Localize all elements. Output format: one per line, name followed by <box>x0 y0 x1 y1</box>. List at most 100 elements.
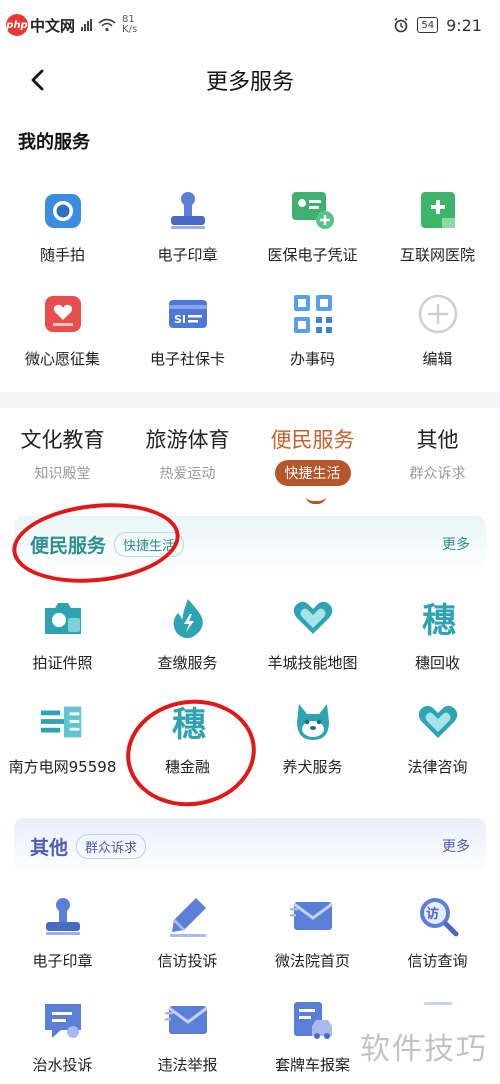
service-item-hospital[interactable]: 互联网医院 <box>375 172 500 276</box>
service-item-e-stamp[interactable]: 电子印章 <box>0 878 125 982</box>
tab-subtitle: 知识殿堂 <box>34 466 91 482</box>
stamp-icon <box>45 898 80 935</box>
more-link[interactable]: 更多 <box>442 836 470 856</box>
payment-icon <box>173 599 203 638</box>
dog-icon <box>296 704 329 740</box>
service-item-power-grid[interactable]: 南方电网95598 <box>0 684 125 788</box>
sui-icon: 穗 <box>172 705 206 744</box>
status-bar: php 中文网 81 K/s 54 9:21 <box>0 0 500 50</box>
section-tag: 群众诉求 <box>76 833 147 859</box>
service-item-fake-plate[interactable]: 套牌车报案 <box>250 982 375 1084</box>
service-label: 养犬服务 <box>282 758 343 776</box>
my-services-grid: 随手拍 电子印章 医保电子凭证 互联网医院 微心愿征集 SI 电子社保卡 办事码… <box>0 172 500 380</box>
php-logo-icon: php <box>6 14 28 36</box>
tab-travel[interactable]: 旅游体育 热爱运动 <box>125 424 250 508</box>
service-label: 电子印章 <box>32 952 93 970</box>
service-label: 互联网医院 <box>399 246 475 264</box>
tab-other[interactable]: 其他 群众诉求 <box>375 424 500 508</box>
car-report-icon <box>293 1002 332 1039</box>
service-label: 电子印章 <box>157 246 218 264</box>
service-label: 拍证件照 <box>32 654 93 672</box>
service-item-stamp[interactable]: 电子印章 <box>125 172 250 276</box>
service-label: 套牌车报案 <box>274 1056 350 1074</box>
service-item-medical-card[interactable]: 医保电子凭证 <box>250 172 375 276</box>
service-item-legal[interactable]: 法律咨询 <box>375 684 500 788</box>
tab-subtitle: 热爱运动 <box>159 466 216 482</box>
search-visit-icon: 访 <box>419 898 458 937</box>
service-item-edit[interactable]: 编辑 <box>375 276 500 380</box>
other-section-header: 其他 群众诉求 更多 <box>14 818 486 874</box>
service-item-camera[interactable]: 随手拍 <box>0 172 125 276</box>
tab-subtitle: 快捷生活 <box>274 460 351 486</box>
plus-icon <box>418 294 457 334</box>
service-item-petition[interactable]: 信访投诉 <box>125 878 250 982</box>
service-label: 编辑 <box>422 350 453 368</box>
service-item-finance[interactable]: 穗 穗金融 <box>125 684 250 788</box>
service-label: 微法院首页 <box>274 952 350 970</box>
service-label: 违法举报 <box>157 1056 218 1074</box>
heart-map-icon <box>418 705 457 738</box>
tab-title: 其他 <box>416 428 459 452</box>
service-item-petition-query[interactable]: 访 信访查询 <box>375 878 500 982</box>
service-label: 穗金融 <box>164 758 210 776</box>
more-link[interactable]: 更多 <box>442 534 470 554</box>
camera-icon <box>44 194 81 228</box>
service-item-violation-report[interactable]: 违法举报 <box>125 982 250 1084</box>
svg-text:访: 访 <box>426 906 439 922</box>
category-tabs: 文化教育 知识殿堂 旅游体育 热爱运动 便民服务 快捷生活 其他 群众诉求 <box>0 424 500 508</box>
service-label: 南方电网95598 <box>8 758 117 776</box>
stamp-icon <box>170 192 205 229</box>
logo-text: 中文网 <box>30 16 76 35</box>
social-card-icon: SI <box>168 300 207 328</box>
tab-title: 旅游体育 <box>145 428 230 452</box>
heart-map-icon <box>293 601 332 634</box>
net-speed-unit: K/s <box>122 24 138 35</box>
page-title: 更多服务 <box>205 70 294 95</box>
tab-title: 文化教育 <box>20 428 105 452</box>
battery-icon: 54 <box>417 17 439 33</box>
tab-culture[interactable]: 文化教育 知识殿堂 <box>0 424 125 508</box>
service-item-payment[interactable]: 查缴服务 <box>125 580 250 684</box>
convenience-section-header: 便民服务 快捷生活 更多 <box>14 516 486 572</box>
service-label: 穗回收 <box>414 654 460 672</box>
service-label: 随手拍 <box>39 246 85 264</box>
service-item-qr-code[interactable]: 办事码 <box>250 276 375 380</box>
my-services-title: 我的服务 <box>18 132 90 153</box>
service-item-social-card[interactable]: SI 电子社保卡 <box>125 276 250 380</box>
service-item-court[interactable]: 微法院首页 <box>250 878 375 982</box>
hospital-icon <box>420 192 455 228</box>
top-bar: 更多服务 <box>0 52 500 108</box>
svg-text:穗: 穗 <box>172 705 206 744</box>
wish-icon <box>44 296 81 332</box>
chat-icon <box>44 1004 81 1038</box>
tab-title: 便民服务 <box>270 428 355 452</box>
service-item-water-complaint[interactable]: 治水投诉 <box>0 982 125 1084</box>
back-button[interactable] <box>20 62 56 98</box>
service-label: 微心愿征集 <box>24 350 100 368</box>
signal-icon <box>81 19 93 31</box>
net-speed: 81 K/s <box>122 15 137 35</box>
service-label: 电子社保卡 <box>149 350 225 368</box>
service-item-photo-id[interactable]: 拍证件照 <box>0 580 125 684</box>
medical-card-icon <box>291 192 334 229</box>
service-label: 信访查询 <box>407 952 468 970</box>
mail-icon <box>289 902 333 930</box>
section-tag: 快捷生活 <box>114 531 185 557</box>
battery-level: 54 <box>421 19 435 31</box>
section-divider <box>0 392 500 408</box>
mail-icon <box>164 1006 208 1034</box>
service-label: 办事码 <box>289 350 335 368</box>
service-item-dog[interactable]: 养犬服务 <box>250 684 375 788</box>
power-grid-icon <box>40 706 81 738</box>
service-label: 法律咨询 <box>407 758 468 776</box>
service-label: 治水投诉 <box>32 1056 93 1074</box>
tab-subtitle: 群众诉求 <box>409 466 466 482</box>
qr-code-icon <box>293 295 332 333</box>
sui-icon: 穗 <box>422 601 456 640</box>
watermark-logo: php 中文网 <box>6 14 75 36</box>
pen-icon <box>169 898 206 937</box>
service-item-wish[interactable]: 微心愿征集 <box>0 276 125 380</box>
service-item-skills-map[interactable]: 羊城技能地图 <box>250 580 375 684</box>
section-title: 其他 <box>30 836 69 859</box>
service-item-recycle[interactable]: 穗 穗回收 <box>375 580 500 684</box>
